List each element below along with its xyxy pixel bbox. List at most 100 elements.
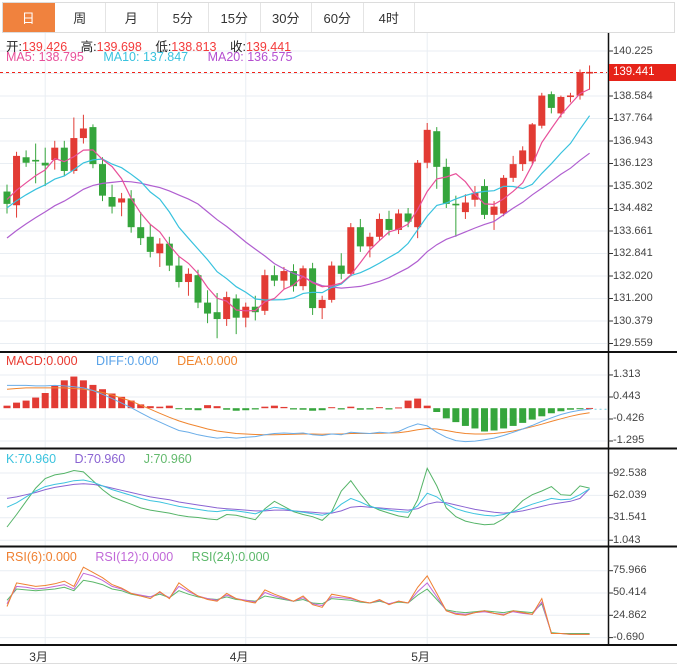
tab-30min[interactable]: 30分 — [261, 3, 313, 32]
candle-body — [195, 275, 202, 302]
candle-body — [347, 227, 354, 274]
candle-body — [491, 207, 498, 215]
chart-canvas[interactable] — [0, 0, 677, 671]
d-line — [7, 484, 590, 513]
macd-bar — [204, 405, 211, 408]
candle-body — [13, 156, 20, 205]
tab-daily[interactable]: 日 — [3, 3, 55, 32]
candle-body — [538, 96, 545, 126]
macd-bar — [366, 408, 373, 409]
candle-body — [443, 167, 450, 204]
candle-body — [386, 219, 393, 230]
macd-bar — [23, 401, 30, 409]
ma5-value: 138.795 — [39, 50, 84, 64]
macd-label: MACD: — [6, 354, 46, 368]
kdj-tick-label: 1.043 — [613, 534, 641, 546]
price-tick-label: 134.482 — [613, 202, 653, 214]
rsi6-label: RSI(6): — [6, 550, 46, 564]
k-line — [7, 480, 590, 516]
dea-label: DEA: — [177, 354, 206, 368]
macd-bar — [214, 406, 221, 408]
chart-app: 日 周 月 5分 15分 30分 60分 4时 开:139.426 高:139.… — [0, 0, 677, 671]
candle-body — [204, 303, 211, 314]
macd-bar — [424, 406, 431, 409]
macd-bar — [510, 408, 517, 426]
tab-4hour[interactable]: 4时 — [364, 3, 416, 32]
ma20-value: 136.575 — [247, 50, 292, 64]
d-label: D: — [75, 452, 88, 466]
macd-tick-label: -0.426 — [613, 412, 644, 424]
candle-body — [357, 227, 364, 246]
macd-bar — [452, 408, 459, 422]
tab-15min[interactable]: 15分 — [209, 3, 261, 32]
macd-tick-label: -1.295 — [613, 434, 644, 446]
price-tick-label: 131.200 — [613, 292, 653, 304]
dea-value: 0.000 — [206, 354, 237, 368]
candle-body — [214, 312, 221, 319]
rsi24-label: RSI(24): — [192, 550, 239, 564]
tab-monthly[interactable]: 月 — [106, 3, 158, 32]
macd-bar — [319, 408, 326, 410]
macd-bar — [548, 408, 555, 413]
ma20-line — [7, 153, 590, 288]
candle-body — [89, 127, 96, 164]
macd-bar — [51, 385, 58, 408]
candle-body — [510, 164, 517, 178]
price-tick-label: 132.020 — [613, 270, 653, 282]
macd-bar — [290, 408, 297, 409]
tab-label: 15分 — [221, 8, 248, 27]
macd-tick-label: 1.313 — [613, 368, 641, 380]
ma5-label: MA5: — [6, 50, 39, 64]
macd-bar — [500, 408, 507, 428]
price-tick-label: 133.661 — [613, 225, 653, 237]
macd-bar — [386, 408, 393, 409]
rsi-panel-title: RSI(6):0.000 RSI(12):0.000 RSI(24):0.000 — [6, 550, 285, 564]
tab-label: 5分 — [173, 8, 193, 27]
macd-bar — [32, 398, 39, 409]
candle-body — [452, 204, 459, 206]
macd-bar — [300, 408, 307, 410]
macd-bar — [195, 408, 202, 410]
tab-weekly[interactable]: 周 — [55, 3, 107, 32]
candle-body — [462, 203, 469, 213]
tab-5min[interactable]: 5分 — [158, 3, 210, 32]
macd-bar — [280, 407, 287, 408]
macd-bar — [481, 408, 488, 431]
price-tick-label: 132.841 — [613, 247, 653, 259]
macd-bar — [471, 408, 478, 428]
tab-60min[interactable]: 60分 — [312, 3, 364, 32]
macd-bar — [271, 406, 278, 409]
macd-bar — [175, 408, 182, 409]
rsi-tick-label: 24.862 — [613, 609, 647, 621]
candle-body — [319, 300, 326, 308]
macd-bar — [261, 407, 268, 409]
candle-body — [109, 197, 116, 207]
candle-body — [242, 307, 249, 318]
macd-bar — [577, 408, 584, 409]
rsi24-line — [7, 580, 590, 633]
candle-body — [166, 244, 173, 266]
ma10-label: MA10: — [103, 50, 143, 64]
macd-bar — [233, 408, 240, 411]
ma20-label: MA20: — [208, 50, 248, 64]
candle-body — [500, 178, 507, 214]
j-value: 70.960 — [153, 452, 191, 466]
price-tick-label: 129.559 — [613, 337, 653, 349]
macd-bar — [529, 408, 536, 419]
month-label-may: 5月 — [411, 648, 430, 665]
rsi6-value: 0.000 — [46, 550, 77, 564]
macd-bar — [223, 408, 230, 410]
candle-body — [529, 124, 536, 161]
candle-body — [23, 157, 30, 162]
candle-body — [147, 237, 154, 252]
macd-bar — [557, 408, 564, 411]
candle-body — [481, 186, 488, 215]
diff-label: DIFF: — [96, 354, 127, 368]
price-tick-label: 137.764 — [613, 112, 653, 124]
month-label-march: 3月 — [29, 648, 48, 665]
candle-body — [548, 94, 555, 108]
candle-body — [519, 150, 526, 164]
price-tick-label: 138.584 — [613, 90, 653, 102]
macd-bar — [80, 380, 87, 408]
candle-body — [271, 275, 278, 280]
